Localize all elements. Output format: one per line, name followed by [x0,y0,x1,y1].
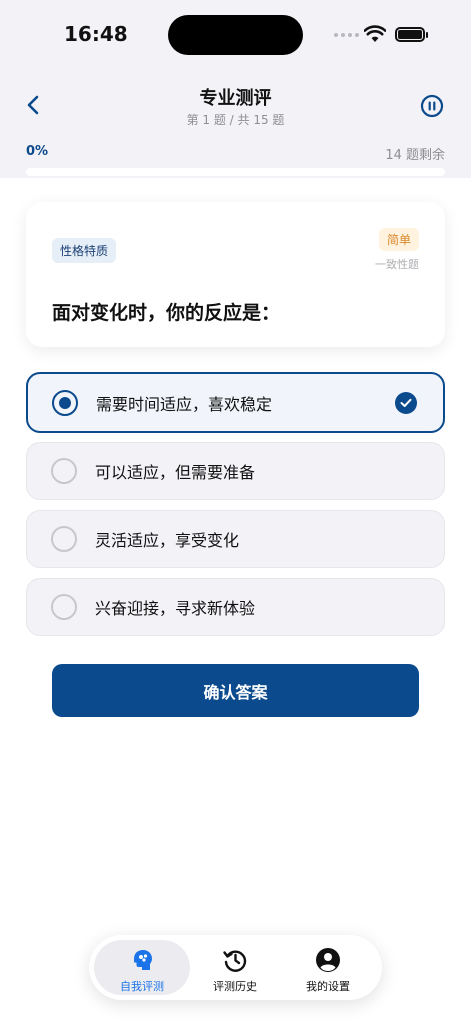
radio-empty-icon [51,526,77,552]
tab-history[interactable]: 评测历史 [187,940,283,995]
wifi-icon [364,25,386,42]
cellular-signal-icon [334,33,359,37]
radio-empty-icon [51,594,77,620]
tab-bar: 自我评测 评测历史 我的设置 [89,935,382,1000]
tab-label: 评测历史 [213,980,257,993]
confirm-answer-button[interactable]: 确认答案 [52,664,419,717]
option-2[interactable]: 可以适应，但需要准备 [26,442,445,500]
progress-bar [26,168,445,176]
option-label: 可以适应，但需要准备 [95,463,256,482]
radio-selected-icon [52,389,78,416]
tab-settings[interactable]: 我的设置 [280,940,376,995]
brain-head-icon [133,950,152,970]
status-time: 16:48 [64,22,128,46]
history-clock-icon [223,950,247,972]
tab-self-assessment[interactable]: 自我评测 [94,940,190,995]
question-card: 性格特质 简单 一致性题 面对变化时，你的反应是： [26,202,445,347]
page-title: 专业测评 [199,88,272,109]
option-1[interactable]: 需要时间适应，喜欢稳定 [26,372,445,433]
questions-remaining: 14 题剩余 [385,148,445,163]
question-text: 面对变化时，你的反应是： [52,302,281,324]
question-counter: 第 1 题 / 共 15 题 [186,113,285,127]
radio-empty-icon [51,458,77,484]
difficulty-badge: 简单 [378,228,419,251]
option-label: 兴奋迎接，寻求新体验 [95,599,256,618]
tab-label: 我的设置 [306,980,350,993]
option-label: 灵活适应，享受变化 [95,531,240,550]
option-3[interactable]: 灵活适应，享受变化 [26,510,445,568]
question-type: 一致性题 [375,258,419,271]
pause-icon[interactable] [420,94,444,118]
progress-percent: 0% [26,144,49,159]
category-tag: 性格特质 [52,238,117,263]
battery-icon [395,27,428,42]
option-label: 需要时间适应，喜欢稳定 [96,394,273,414]
tab-label: 自我评测 [120,980,164,993]
user-profile-icon [316,948,340,972]
dynamic-island [168,15,303,55]
checkmark-icon [395,391,417,414]
option-4[interactable]: 兴奋迎接，寻求新体验 [26,578,445,636]
